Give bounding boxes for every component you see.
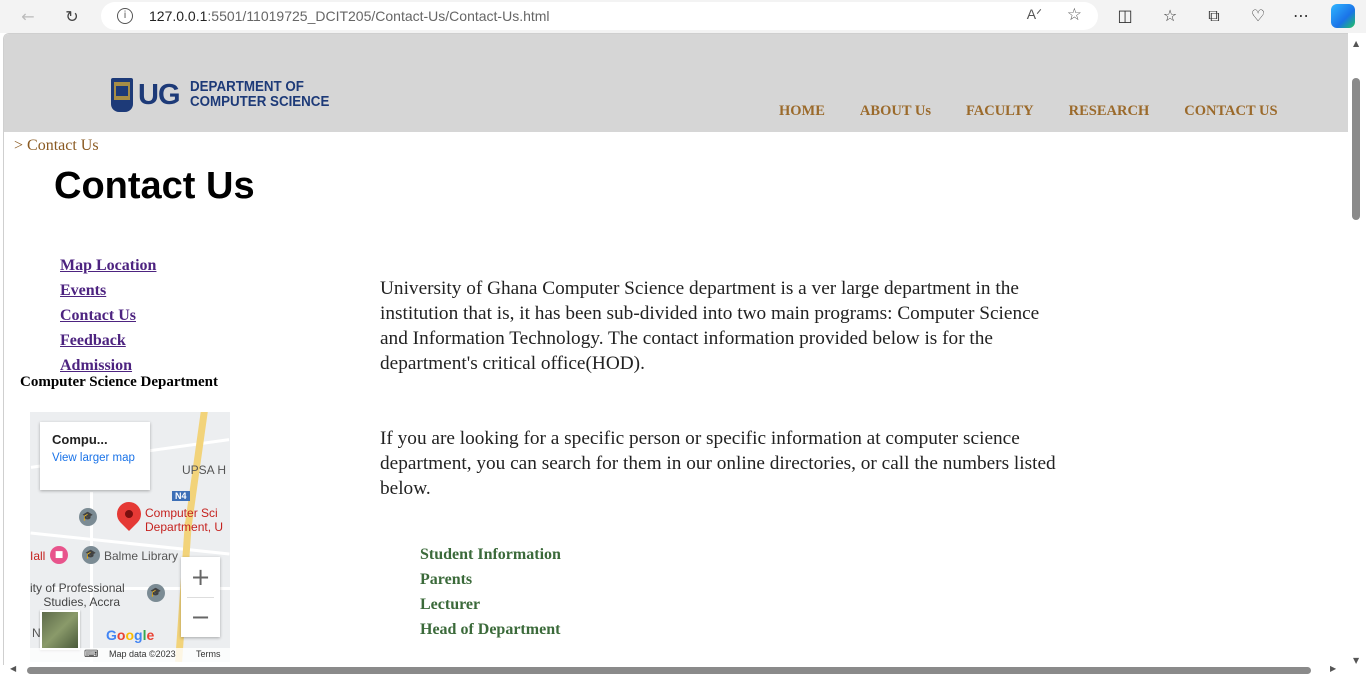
contact-lecturer: Lecturer xyxy=(420,596,481,613)
keyboard-icon[interactable]: ⌨ xyxy=(84,649,98,660)
view-larger-map-link[interactable]: View larger map xyxy=(52,451,138,465)
department-label: Computer Science Department xyxy=(20,374,219,390)
breadcrumb: > Contact Us xyxy=(14,137,99,154)
page-viewport: UG DEPARTMENT OF COMPUTER SCIENCE HOME A… xyxy=(3,33,1348,665)
browser-essentials-icon[interactable]: ♡ xyxy=(1247,5,1269,27)
map-route-n4: N4 xyxy=(172,491,190,501)
school-icon: 🎓 xyxy=(79,508,97,526)
logo-department-text: DEPARTMENT OF COMPUTER SCIENCE xyxy=(190,80,329,110)
department-logo[interactable]: UG DEPARTMENT OF COMPUTER SCIENCE xyxy=(111,78,341,112)
contact-parents: Parents xyxy=(420,571,473,588)
sidebar-links: Map Location Events Contact Us Feedback … xyxy=(60,253,156,378)
more-menu-icon[interactable]: ⋯ xyxy=(1290,5,1312,27)
favorites-icon[interactable]: ☆ xyxy=(1159,5,1181,27)
map-label-hall: Iall xyxy=(30,549,46,563)
library-icon: 🎓 xyxy=(82,546,100,564)
back-icon[interactable]: ← xyxy=(17,5,39,27)
sidebar-link-feedback[interactable]: Feedback xyxy=(60,328,156,353)
sidebar-link-events[interactable]: Events xyxy=(60,278,156,303)
directory-paragraph: If you are looking for a specific person… xyxy=(380,428,1056,499)
copilot-icon[interactable] xyxy=(1331,4,1355,28)
scroll-down-icon[interactable]: ▼ xyxy=(1353,656,1359,665)
google-logo: Google xyxy=(106,627,155,643)
main-nav: HOME ABOUT Us FACULTY RESEARCH CONTACT U… xyxy=(779,103,1313,120)
location-pin-icon[interactable] xyxy=(112,497,146,531)
site-info-icon[interactable]: i xyxy=(117,8,133,24)
sidebar-link-map-location[interactable]: Map Location xyxy=(60,253,156,278)
read-aloud-icon[interactable]: Aᐟ xyxy=(1027,6,1042,23)
logo-line-1: DEPARTMENT OF xyxy=(189,79,304,95)
map-footer: ⌨ Map data ©2023 Terms xyxy=(30,648,230,662)
contact-student-information: Student Information xyxy=(420,546,561,563)
vertical-scroll-thumb[interactable] xyxy=(1352,78,1360,220)
sidebar-link-contact-us[interactable]: Contact Us xyxy=(60,303,156,328)
map-terms-link[interactable]: Terms xyxy=(196,649,221,659)
logo-ug-text: UG xyxy=(138,78,180,111)
site-header: UG DEPARTMENT OF COMPUTER SCIENCE HOME A… xyxy=(4,34,1348,132)
collections-icon[interactable]: ⧉ xyxy=(1203,5,1225,27)
map-data-text: Map data ©2023 xyxy=(109,649,176,659)
contact-head-of-department: Head of Department xyxy=(420,621,561,638)
nav-faculty[interactable]: FACULTY xyxy=(966,103,1034,120)
browser-toolbar: ← ↻ i 127.0.0.1:5501/11019725_DCIT205/Co… xyxy=(0,0,1366,33)
scroll-up-icon[interactable]: ▲ xyxy=(1353,39,1359,48)
nav-home[interactable]: HOME xyxy=(779,103,825,120)
scroll-left-icon[interactable]: ◀ xyxy=(10,664,16,673)
horizontal-scroll-thumb[interactable] xyxy=(27,667,1311,674)
nav-contact[interactable]: CONTACT US xyxy=(1184,103,1277,120)
hotel-icon: ■ xyxy=(50,546,68,564)
map-place-title: Compu... xyxy=(52,432,108,447)
intro-paragraph: University of Ghana Computer Science dep… xyxy=(380,278,1040,374)
map-label-professional-studies: ity of Professional Studies, Accra xyxy=(30,581,125,609)
zoom-in-icon[interactable]: + xyxy=(181,557,220,597)
address-bar[interactable]: i 127.0.0.1:5501/11019725_DCIT205/Contac… xyxy=(101,2,1098,30)
satellite-view-toggle[interactable] xyxy=(40,610,80,650)
map-label-balme: Balme Library xyxy=(104,549,179,563)
nav-research[interactable]: RESEARCH xyxy=(1069,103,1150,120)
page-title: Contact Us xyxy=(54,165,255,207)
map-label-department: Computer Sci Department, U xyxy=(145,506,224,534)
scroll-right-icon[interactable]: ▶ xyxy=(1330,664,1336,673)
map-zoom-controls: + − xyxy=(181,557,220,637)
vertical-scrollbar[interactable]: ▲ ▼ xyxy=(1348,33,1366,665)
crest-icon xyxy=(111,78,133,112)
horizontal-scrollbar[interactable]: ◀ ▶ xyxy=(0,664,1348,675)
zoom-out-icon[interactable]: − xyxy=(181,597,220,637)
map-label-upsa: UPSA H xyxy=(182,463,227,477)
contact-list: Student Information Parents Lecturer Hea… xyxy=(420,542,561,642)
logo-line-2: COMPUTER SCIENCE xyxy=(189,94,329,110)
embedded-map[interactable]: UPSA H N4 Computer Sci Department, U 🎓 🎓… xyxy=(30,412,230,662)
favorite-star-icon[interactable]: ☆ xyxy=(1067,5,1082,25)
nav-about[interactable]: ABOUT Us xyxy=(860,103,931,120)
url-text: 127.0.0.1:5501/11019725_DCIT205/Contact-… xyxy=(149,8,550,24)
school-icon: 🎓 xyxy=(147,584,165,602)
split-screen-icon[interactable]: ◫ xyxy=(1114,5,1136,27)
map-info-card: Compu... View larger map xyxy=(40,422,150,490)
reload-icon[interactable]: ↻ xyxy=(61,5,83,27)
